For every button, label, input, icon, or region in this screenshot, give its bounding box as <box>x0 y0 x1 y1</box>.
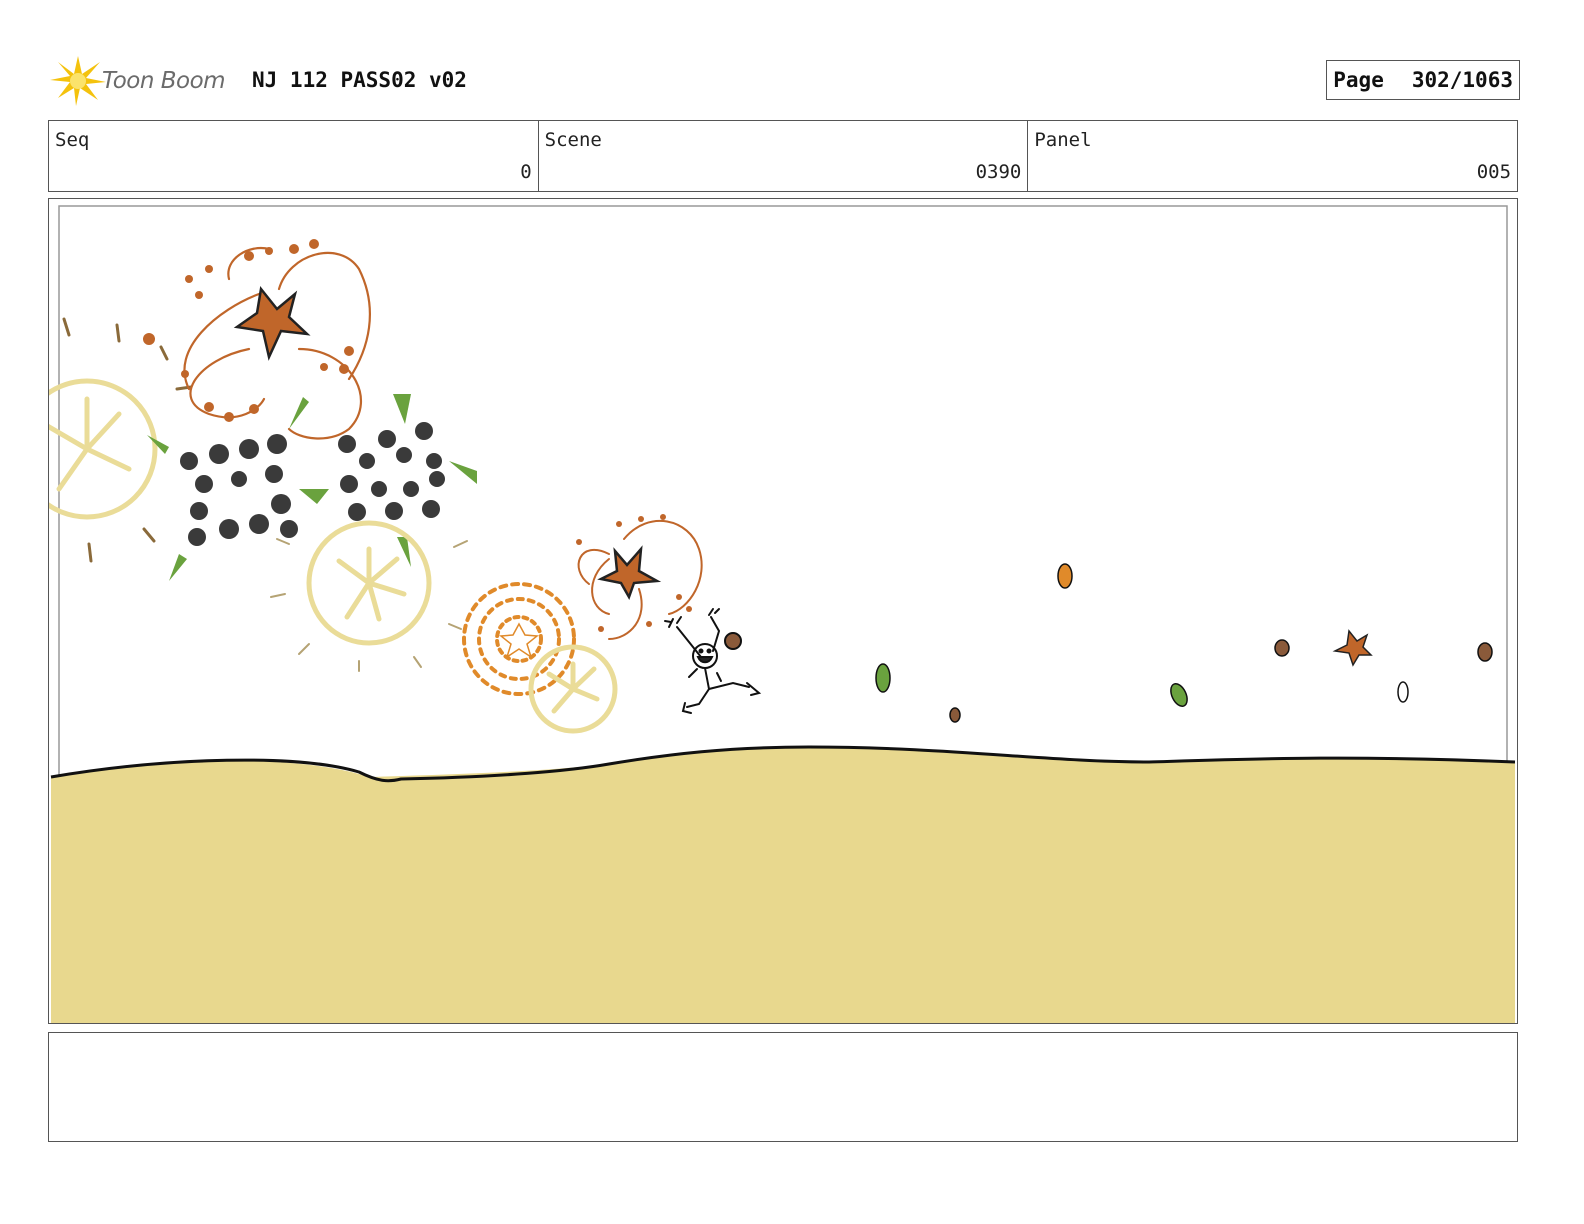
document-title: NJ 112 PASS02 v02 <box>252 68 467 92</box>
ground-fill <box>51 747 1515 1023</box>
dark-dot-burst-left <box>180 434 298 546</box>
storyboard-header: Toon Boom NJ 112 PASS02 v02 Page 302/106… <box>48 48 1520 112</box>
panel-artwork <box>49 205 1516 1023</box>
yellow-starburst-left <box>49 378 158 520</box>
page-value: 302/1063 <box>1411 68 1513 92</box>
orange-dots-top <box>143 239 354 422</box>
yellow-starburst-center <box>306 520 432 646</box>
falling-debris <box>875 563 1493 723</box>
page-counter: Page 302/1063 <box>1326 60 1520 100</box>
panel-cell: Panel 005 <box>1028 121 1517 191</box>
seq-cell: Seq 0 <box>49 121 539 191</box>
seq-value: 0 <box>520 161 532 183</box>
scene-cell: Scene 0390 <box>539 121 1029 191</box>
logo-text: Toon Boom <box>102 68 226 94</box>
running-child-figure <box>664 608 762 714</box>
small-orange-star-icon <box>1332 629 1373 667</box>
orange-bead-burst-star <box>499 622 539 659</box>
dark-dot-burst-right <box>338 422 445 521</box>
yellow-starburst-left-rays <box>62 317 193 563</box>
scene-label: Scene <box>544 129 602 151</box>
panel-notes-box <box>48 1032 1518 1142</box>
logo-burst-icon <box>50 56 106 106</box>
panel-value: 005 <box>1476 161 1512 183</box>
toon-boom-logo: Toon Boom <box>48 52 238 108</box>
scene-value: 0390 <box>975 161 1022 183</box>
shot-info-row: Seq 0 Scene 0390 Panel 005 <box>48 120 1518 192</box>
seq-label: Seq <box>55 129 90 151</box>
orange-swirl-star-center-icon <box>597 545 662 600</box>
storyboard-panel <box>48 198 1518 1024</box>
page-label: Page <box>1333 68 1384 92</box>
panel-label: Panel <box>1034 129 1092 151</box>
